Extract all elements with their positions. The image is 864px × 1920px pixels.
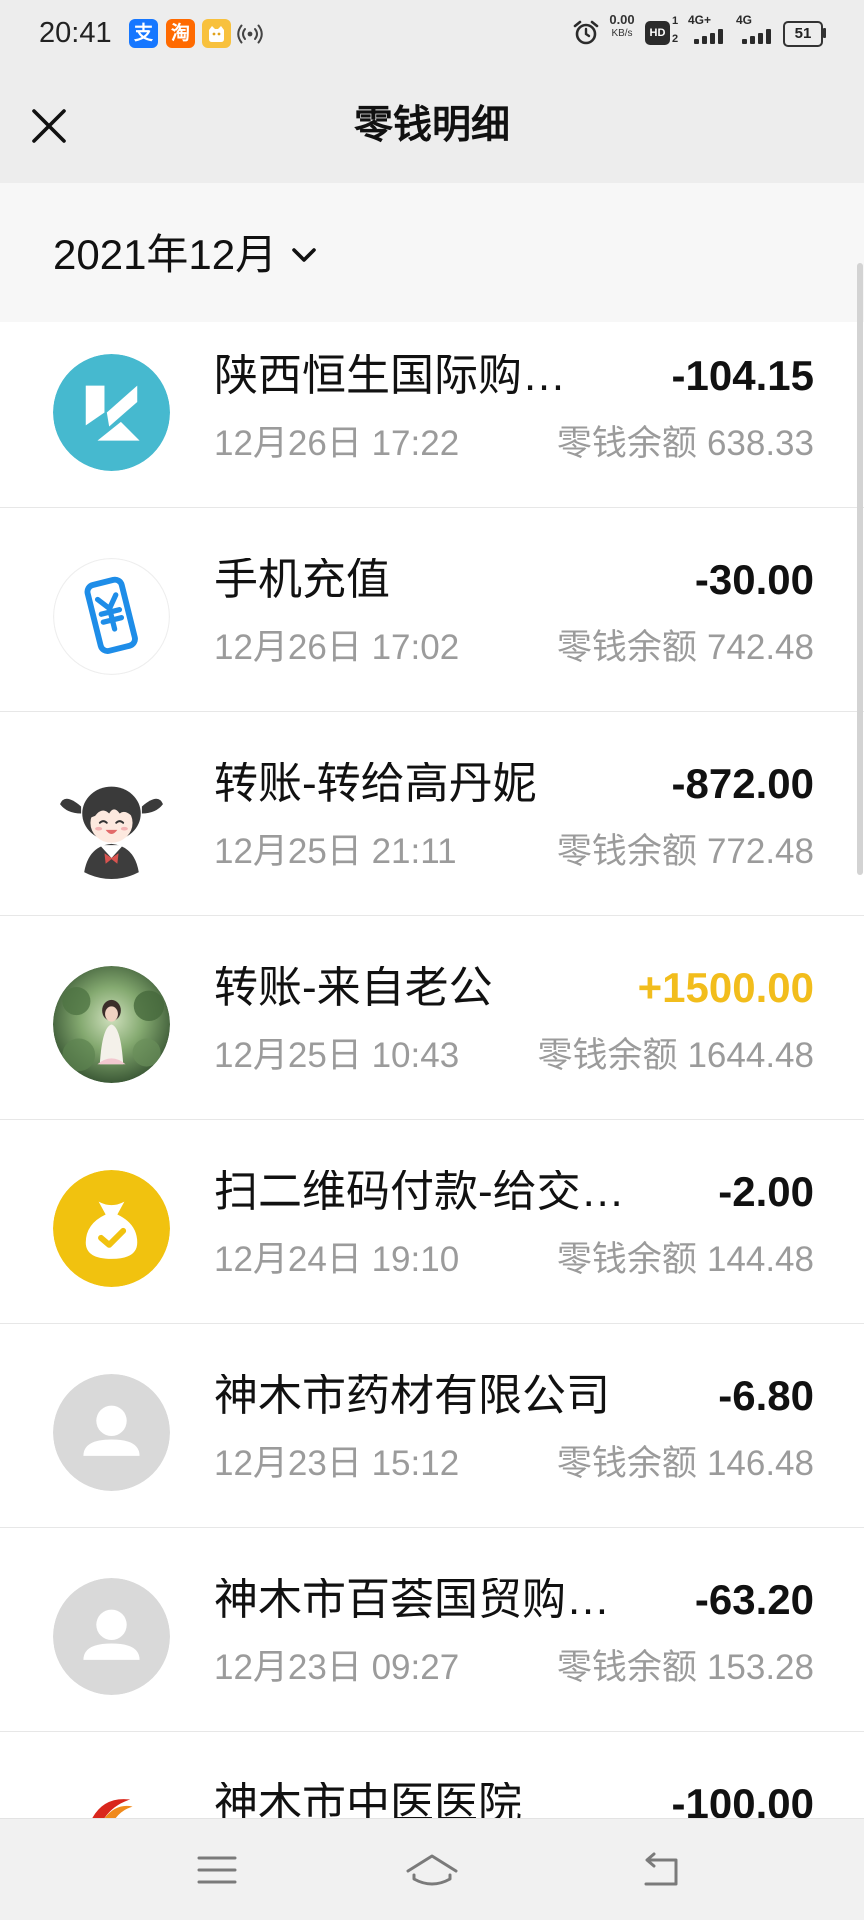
balance-label: 零钱余额 [556, 832, 697, 871]
default-user-icon [53, 1374, 170, 1491]
transaction-balance: 零钱余额 772.48 [557, 834, 814, 870]
system-navigation-bar [0, 1818, 864, 1920]
transaction-row[interactable]: 神木市中医医院 -100.00 [0, 1732, 864, 1818]
transaction-time: 12月24日 19:10 [214, 1240, 460, 1279]
taobao-icon: 淘 [166, 19, 195, 48]
scrollbar[interactable] [857, 263, 863, 875]
transaction-row[interactable]: 手机充值 -30.00 12月26日 17:02 零钱余额 742.48 [0, 508, 864, 712]
transaction-amount: -30.00 [694, 556, 814, 603]
transaction-amount: +1500.00 [637, 964, 814, 1011]
transaction-amount: -63.20 [694, 1576, 814, 1623]
sim2-signal-icon [742, 28, 771, 44]
balance-value: 153.28 [706, 1648, 814, 1687]
transaction-time: 12月23日 09:27 [214, 1648, 460, 1687]
transaction-title: 神木市百荟国贸购… [214, 1578, 610, 1622]
back-icon [644, 1852, 678, 1886]
status-bar: 20:41 支 淘 0.00 KB/s HD 1 2 4G+ 4G 51 [0, 0, 864, 67]
transaction-time: 12月26日 17:22 [214, 424, 460, 463]
battery-terminal [823, 28, 826, 38]
hospital-logo-icon [53, 1782, 170, 1818]
menu-button[interactable] [185, 1846, 249, 1894]
chevron-down-icon [292, 248, 316, 262]
page-title: 零钱明细 [353, 104, 510, 147]
transaction-row[interactable]: 转账-转给高丹妮 -872.00 12月25日 21:11 零钱余额 772.48 [0, 712, 864, 916]
network-speed: 0.00 KB/s [603, 12, 641, 40]
transaction-title: 转账-来自老公 [214, 966, 493, 1010]
sim1-signal-icon [694, 28, 723, 44]
merchant-logo-icon [53, 354, 170, 471]
transaction-row[interactable]: 陕西恒生国际购… -104.15 12月26日 17:22 零钱余额 638.33 [0, 322, 864, 508]
transaction-amount: -6.80 [718, 1372, 814, 1419]
battery-icon: 51 [783, 21, 823, 47]
transaction-balance: 零钱余额 153.28 [557, 1650, 814, 1686]
transaction-list[interactable]: 陕西恒生国际购… -104.15 12月26日 17:22 零钱余额 638.33… [0, 322, 864, 1818]
status-time: 20:41 [39, 17, 112, 49]
transaction-title: 陕西恒生国际购… [214, 354, 566, 398]
transaction-balance: 零钱余额 638.33 [557, 426, 814, 462]
balance-label: 零钱余额 [556, 628, 697, 667]
balance-value: 772.48 [706, 832, 814, 871]
user-avatar [53, 966, 170, 1083]
app-notification-icon [202, 19, 231, 48]
transaction-row[interactable]: 转账-来自老公 +1500.00 12月25日 10:43 零钱余额 1644.4… [0, 916, 864, 1120]
balance-value: 144.48 [706, 1240, 814, 1279]
hd-sim-1: 1 [672, 15, 679, 27]
app-notification-glyph [209, 26, 224, 42]
balance-value: 146.48 [706, 1444, 814, 1483]
transaction-title: 神木市中医医院 [214, 1782, 522, 1818]
default-user-icon [53, 1578, 170, 1695]
transaction-balance: 零钱余额 742.48 [557, 630, 814, 666]
balance-value: 1644.48 [687, 1036, 814, 1075]
network-speed-unit: KB/s [611, 28, 633, 39]
home-icon [406, 1854, 458, 1886]
sim1-network-type: 4G+ [688, 13, 712, 27]
balance-label: 零钱余额 [556, 1444, 697, 1483]
transaction-title: 手机充值 [214, 558, 390, 602]
transaction-title: 转账-转给高丹妮 [214, 762, 537, 806]
transaction-time: 12月25日 21:11 [214, 832, 457, 871]
user-avatar [53, 762, 170, 879]
transaction-time: 12月25日 10:43 [214, 1036, 460, 1075]
transaction-balance: 零钱余额 1644.48 [537, 1038, 814, 1074]
menu-icon [197, 1856, 237, 1884]
transaction-row[interactable]: 神木市药材有限公司 -6.80 12月23日 15:12 零钱余额 146.48 [0, 1324, 864, 1528]
transaction-balance: 零钱余额 146.48 [557, 1446, 814, 1482]
transaction-time: 12月23日 15:12 [214, 1444, 460, 1483]
balance-label: 零钱余额 [556, 1240, 697, 1279]
page-header: 零钱明细 [0, 67, 864, 183]
transaction-title: 神木市药材有限公司 [214, 1374, 610, 1418]
hd-voice-icon: HD [645, 21, 670, 45]
balance-label: 零钱余额 [537, 1036, 678, 1075]
transaction-row[interactable]: 扫二维码付款-给交… -2.00 12月24日 19:10 零钱余额 144.48 [0, 1120, 864, 1324]
month-filter-bar: 2021年12月 [0, 183, 864, 322]
home-button[interactable] [400, 1846, 464, 1894]
back-button[interactable] [626, 1846, 690, 1894]
transaction-balance: 零钱余额 144.48 [557, 1242, 814, 1278]
transaction-title: 扫二维码付款-给交… [214, 1170, 625, 1214]
hd-sim-2: 2 [672, 33, 679, 45]
phone-recharge-icon [53, 558, 170, 675]
balance-label: 零钱余额 [556, 1648, 697, 1687]
network-speed-value: 0.00 [609, 12, 635, 27]
balance-value: 638.33 [706, 424, 814, 463]
transaction-row[interactable]: 神木市百荟国贸购… -63.20 12月23日 09:27 零钱余额 153.28 [0, 1528, 864, 1732]
money-bag-icon [53, 1170, 170, 1287]
balance-value: 742.48 [706, 628, 814, 667]
sim2-network-type: 4G [736, 13, 753, 27]
transaction-amount: -872.00 [671, 760, 814, 807]
transaction-amount: -2.00 [718, 1168, 814, 1215]
transaction-amount: -104.15 [671, 352, 814, 399]
alipay-icon: 支 [129, 19, 158, 48]
transaction-amount: -100.00 [671, 1780, 814, 1819]
transaction-time: 12月26日 17:02 [214, 628, 460, 667]
balance-label: 零钱余额 [556, 424, 697, 463]
hotspot-icon [237, 24, 263, 44]
month-selector[interactable]: 2021年12月 [53, 227, 317, 283]
alarm-clock-icon [573, 20, 599, 45]
month-label: 2021年12月 [53, 231, 278, 278]
